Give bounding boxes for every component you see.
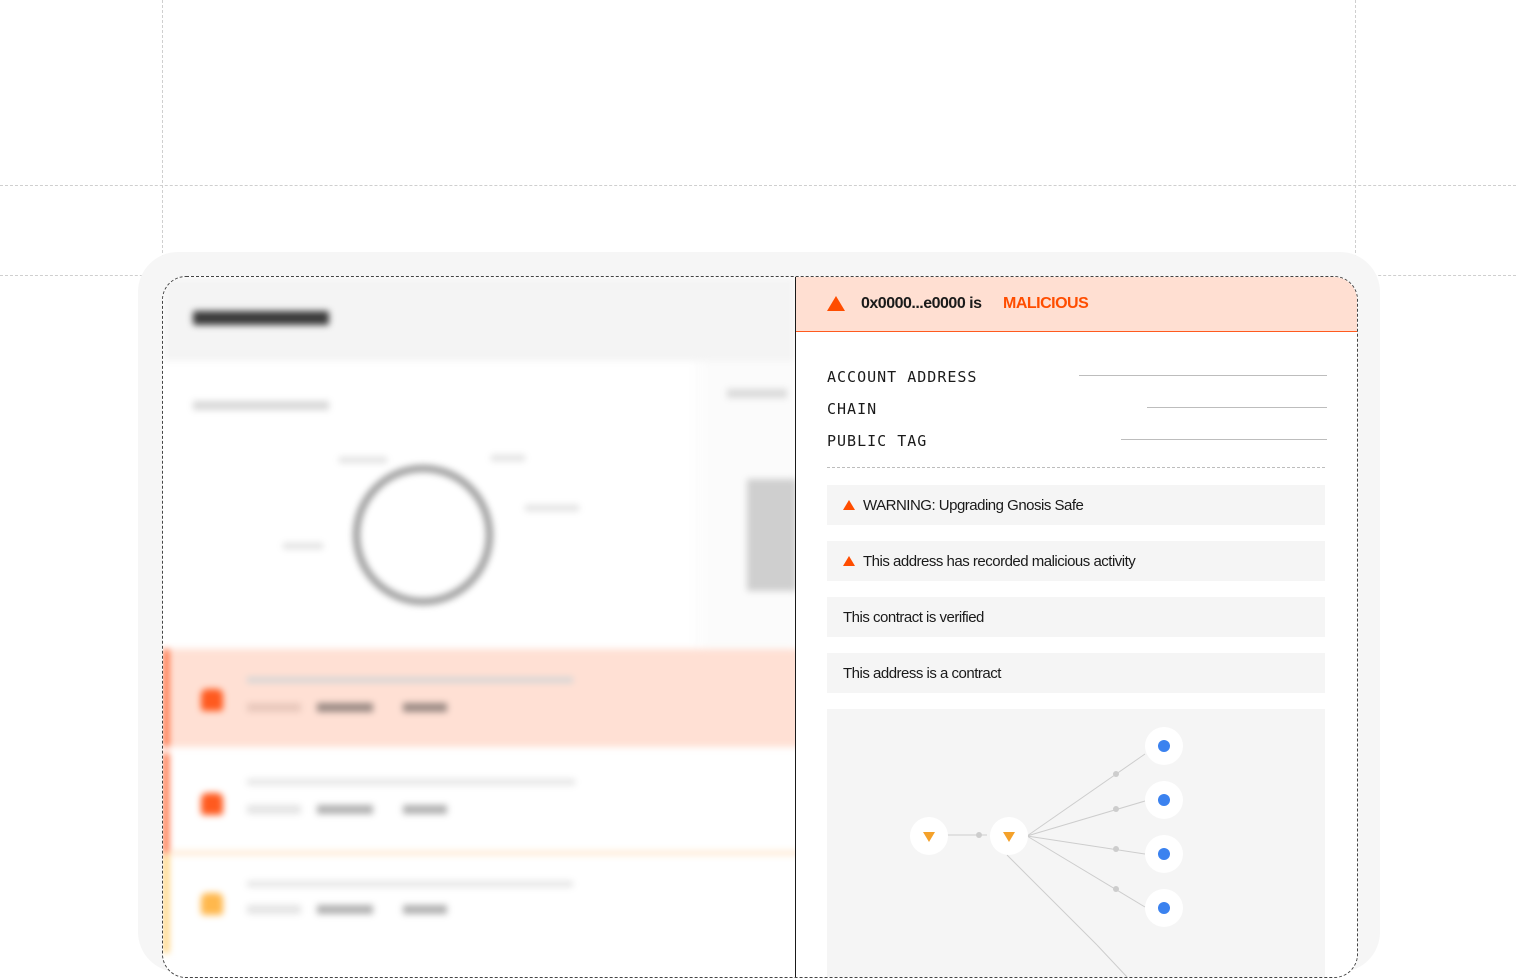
card-label-blurred xyxy=(727,389,787,398)
alert-icon xyxy=(201,689,223,711)
address-node-icon xyxy=(1158,794,1170,806)
row-sub-blurred xyxy=(317,805,373,814)
alert-row[interactable] xyxy=(163,855,801,953)
row-line-blurred xyxy=(247,779,575,785)
row-line-blurred xyxy=(247,677,573,683)
warning-triangle-icon xyxy=(827,296,845,311)
bar-blurred xyxy=(747,479,797,591)
row-sub-blurred xyxy=(247,905,301,914)
account-address-label: ACCOUNT ADDRESS xyxy=(827,368,978,386)
chart-label-blurred xyxy=(283,543,323,549)
source-node[interactable] xyxy=(910,817,948,855)
check-item-contract-verified[interactable]: This contract is verified xyxy=(827,597,1325,637)
bar-card xyxy=(703,361,797,647)
public-tag-value xyxy=(1121,439,1327,440)
risk-header: 0x0000...e0000 is MALICIOUS xyxy=(796,277,1357,332)
address-detail-panel: 0x0000...e0000 is MALICIOUS ACCOUNT ADDR… xyxy=(795,277,1357,977)
check-item-is-contract[interactable]: This address is a contract xyxy=(827,653,1325,693)
target-node[interactable] xyxy=(1145,889,1183,927)
chain-label: CHAIN xyxy=(827,400,878,418)
row-sub-blurred xyxy=(247,805,301,814)
guide-line xyxy=(0,185,1516,186)
row-line-blurred xyxy=(247,881,573,887)
report-header xyxy=(163,277,795,361)
graph-edges xyxy=(947,753,1146,977)
row-sub-blurred xyxy=(247,703,301,712)
check-item-text: WARNING: Upgrading Gnosis Safe xyxy=(863,497,1084,514)
card-label-blurred xyxy=(193,401,329,410)
donut-chart xyxy=(353,465,493,605)
transaction-graph[interactable] xyxy=(827,709,1325,977)
check-item-malicious-activity[interactable]: This address has recorded malicious acti… xyxy=(827,541,1325,581)
divider xyxy=(827,467,1325,468)
address-node-icon xyxy=(1158,902,1170,914)
warning-node-icon xyxy=(1003,832,1015,842)
target-node[interactable] xyxy=(1145,727,1183,765)
row-sub-blurred xyxy=(403,905,447,914)
chain-value xyxy=(1147,407,1327,408)
check-item-text: This contract is verified xyxy=(843,609,984,626)
source-node[interactable] xyxy=(990,817,1028,855)
address-node-icon xyxy=(1158,740,1170,752)
chart-label-blurred xyxy=(339,457,387,463)
report-title-blurred xyxy=(193,311,329,325)
address-node-icon xyxy=(1158,848,1170,860)
row-sub-blurred xyxy=(403,703,447,712)
warning-node-icon xyxy=(923,832,935,842)
row-sub-blurred xyxy=(403,805,447,814)
address-title: 0x0000...e0000 is xyxy=(861,295,982,312)
check-item-text: This address has recorded malicious acti… xyxy=(863,553,1136,570)
distribution-card xyxy=(163,361,698,647)
risk-status: MALICIOUS xyxy=(1003,295,1089,312)
alert-row[interactable] xyxy=(163,649,801,747)
warning-triangle-icon xyxy=(843,500,855,510)
chart-label-blurred xyxy=(491,455,525,461)
public-tag-label: PUBLIC TAG xyxy=(827,432,928,450)
chart-label-blurred xyxy=(525,505,579,511)
target-node[interactable] xyxy=(1145,781,1183,819)
warning-triangle-icon xyxy=(843,556,855,566)
alert-icon xyxy=(201,793,223,815)
incident-report-background xyxy=(163,277,801,977)
app-window: 0x0000...e0000 is MALICIOUS ACCOUNT ADDR… xyxy=(162,276,1358,978)
row-sub-blurred xyxy=(317,905,373,914)
check-item-warning-gnosis-safe[interactable]: WARNING: Upgrading Gnosis Safe xyxy=(827,485,1325,525)
row-sub-blurred xyxy=(317,703,373,712)
target-node[interactable] xyxy=(1145,835,1183,873)
alert-icon xyxy=(201,893,223,915)
alert-row[interactable] xyxy=(163,753,801,855)
check-item-text: This address is a contract xyxy=(843,665,1001,682)
account-address-value xyxy=(1079,375,1327,376)
